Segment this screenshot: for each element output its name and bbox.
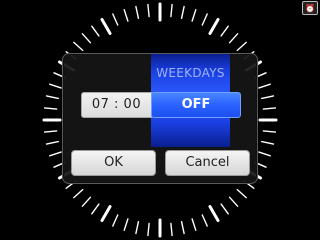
dial-tick bbox=[180, 5, 185, 19]
dial-tick bbox=[81, 33, 92, 44]
ok-button[interactable]: OK bbox=[71, 150, 156, 176]
dial-tick bbox=[112, 214, 119, 227]
dial-tick bbox=[100, 18, 112, 35]
alarm-status-icon: ⏰ bbox=[302, 1, 318, 15]
dial-tick bbox=[170, 3, 173, 18]
dial-tick bbox=[228, 196, 239, 207]
dial-tick bbox=[45, 140, 59, 145]
dial-tick bbox=[45, 95, 59, 100]
dial-tick bbox=[81, 196, 92, 207]
dial-tick bbox=[91, 203, 100, 215]
dial-tick bbox=[191, 218, 197, 232]
dial-tick bbox=[147, 3, 150, 18]
alarm-state-selector[interactable]: OFF bbox=[151, 92, 241, 118]
dial-tick bbox=[220, 203, 229, 215]
alarm-dialog: WEEKDAYS 07 : 00 OFF OK Cancel bbox=[62, 53, 258, 184]
dial-tick bbox=[261, 95, 275, 100]
dial-tick bbox=[147, 222, 150, 237]
cancel-button[interactable]: Cancel bbox=[165, 150, 250, 176]
dial-tick bbox=[43, 107, 58, 110]
dial-tick bbox=[258, 151, 271, 157]
dial-tick bbox=[49, 83, 62, 89]
alarm-screen: ⏰ WEEKDAYS 07 : 00 OFF OK Cancel bbox=[0, 0, 320, 240]
dial-tick bbox=[191, 8, 197, 22]
dial-tick bbox=[49, 151, 62, 157]
dial-tick bbox=[180, 220, 185, 235]
dial-tick bbox=[73, 41, 84, 52]
dial-tick bbox=[135, 220, 140, 235]
dial-tick bbox=[262, 107, 277, 110]
dial-tick bbox=[228, 33, 239, 44]
dial-tick bbox=[201, 13, 208, 26]
dial-tick bbox=[91, 25, 100, 37]
dial-tick bbox=[236, 41, 247, 52]
dial-tick bbox=[208, 18, 220, 35]
repeat-option-label[interactable]: WEEKDAYS bbox=[151, 66, 230, 80]
dial-tick bbox=[208, 205, 220, 222]
dial-tick bbox=[123, 218, 129, 232]
dial-tick bbox=[258, 83, 271, 89]
dial-tick bbox=[135, 5, 140, 19]
time-field[interactable]: 07 : 00 bbox=[81, 92, 152, 118]
dial-tick bbox=[43, 130, 58, 133]
dial-tick bbox=[100, 205, 112, 222]
dial-tick bbox=[201, 214, 208, 227]
dial-tick bbox=[236, 188, 247, 199]
dial-tick bbox=[73, 188, 84, 199]
dial-tick bbox=[220, 25, 229, 37]
dial-tick bbox=[112, 13, 119, 26]
dial-tick bbox=[262, 130, 277, 133]
dial-tick bbox=[123, 8, 129, 22]
dial-tick bbox=[170, 222, 173, 237]
dial-tick bbox=[261, 140, 275, 145]
